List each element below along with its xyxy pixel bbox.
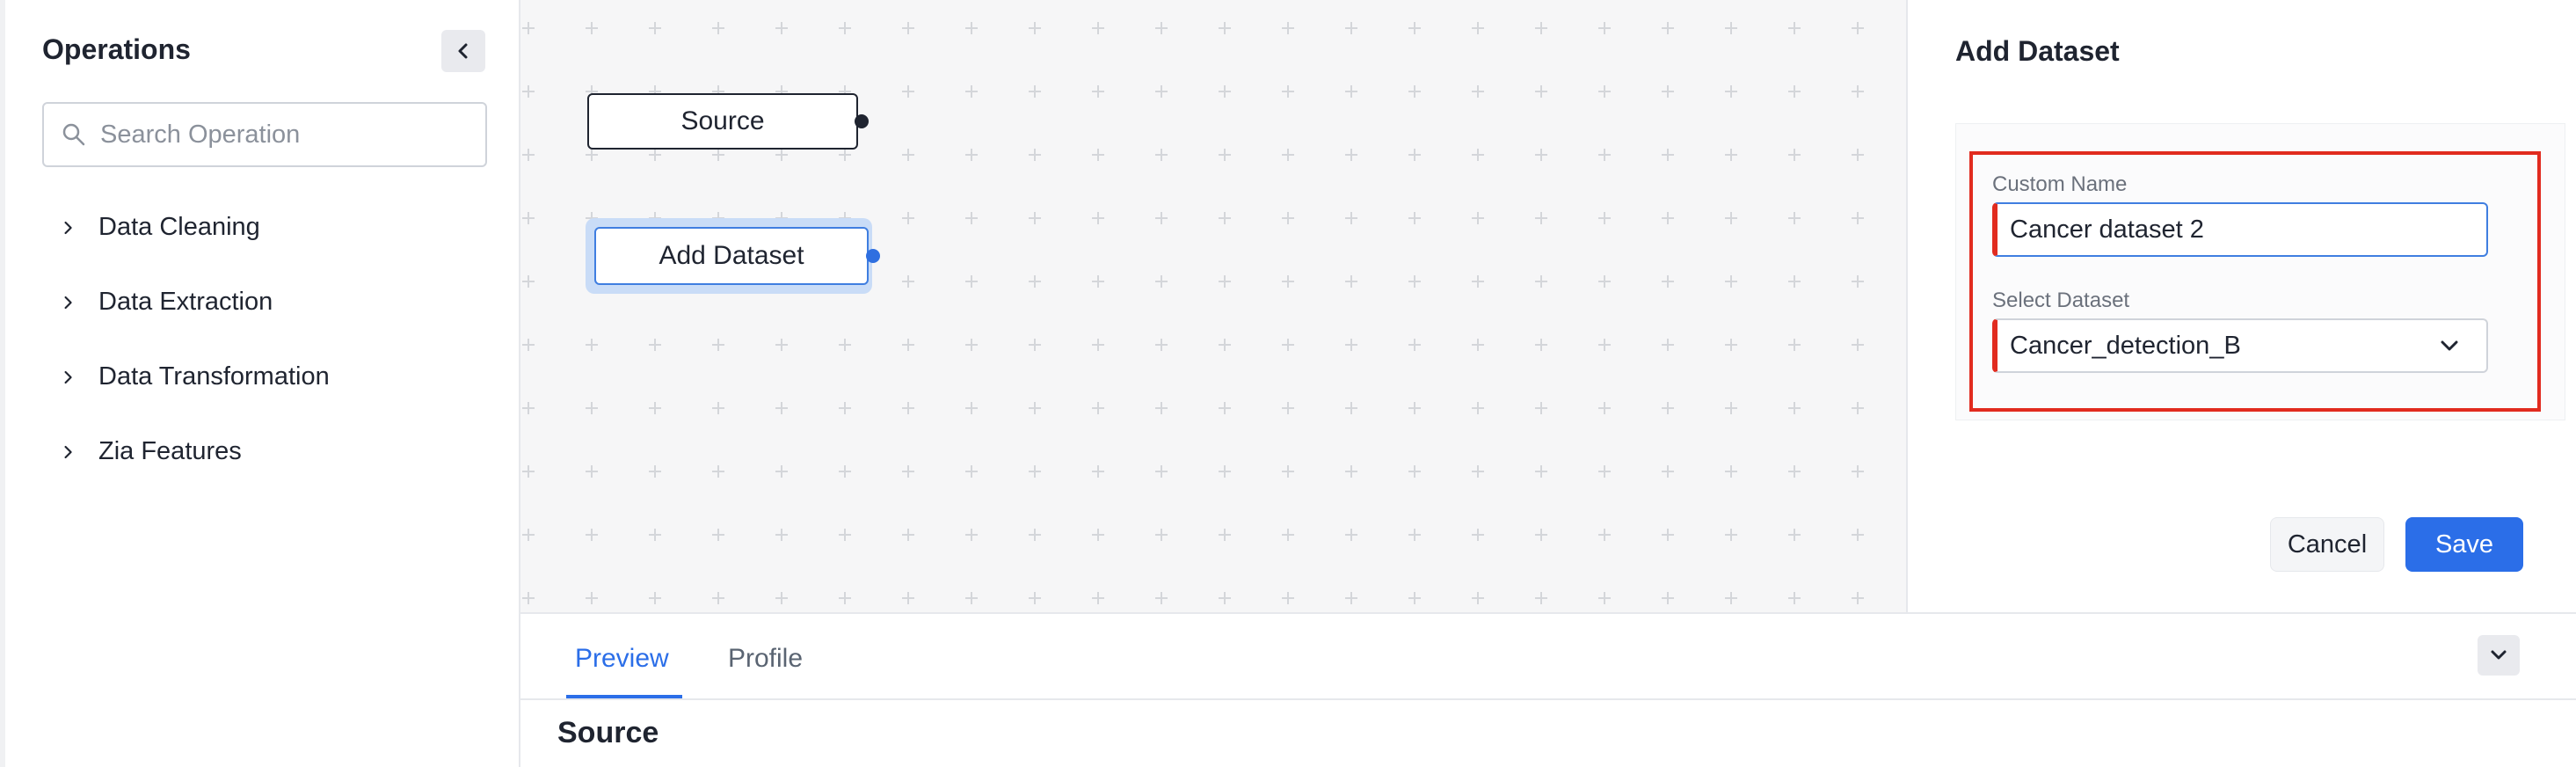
operation-category-label: Data Transformation (98, 362, 330, 391)
operation-category-data-cleaning[interactable]: Data Cleaning (42, 190, 487, 265)
search-icon (62, 123, 85, 146)
chevron-right-icon (42, 443, 74, 461)
bottom-tabs: Preview Profile (520, 614, 2576, 700)
save-button[interactable]: Save (2405, 517, 2523, 572)
custom-name-label: Custom Name (1992, 172, 2128, 196)
search-operation-box[interactable] (42, 102, 487, 167)
operation-category-zia-features[interactable]: Zia Features (42, 414, 487, 489)
cancel-button[interactable]: Cancel (2270, 517, 2384, 572)
panel-title: Add Dataset (1955, 35, 2120, 67)
sidebar-title: Operations (42, 33, 191, 65)
tab-preview[interactable]: Preview (575, 644, 669, 674)
custom-name-field[interactable] (1992, 202, 2488, 257)
operation-category-label: Zia Features (98, 437, 242, 465)
add-dataset-node[interactable]: Add Dataset (594, 227, 869, 285)
operation-category-label: Data Extraction (98, 288, 273, 316)
operation-category-data-transformation[interactable]: Data Transformation (42, 340, 487, 414)
tab-profile[interactable]: Profile (728, 644, 803, 674)
custom-name-input[interactable] (2010, 215, 2467, 245)
operations-list: Data Cleaning Data Extraction Data Trans… (42, 190, 487, 489)
pipeline-canvas[interactable]: Source Add Dataset (520, 0, 1906, 612)
active-tab-indicator (566, 695, 682, 698)
chevron-down-icon (2441, 340, 2458, 351)
select-dataset-label: Select Dataset (1992, 289, 2130, 312)
preview-section-title: Source (557, 716, 659, 749)
select-dataset-dropdown[interactable]: Cancer_detection_B (1992, 318, 2488, 373)
operation-category-data-extraction[interactable]: Data Extraction (42, 265, 487, 340)
add-dataset-panel: Add Dataset Custom Name Select Dataset C… (1906, 0, 2576, 612)
canvas-grid (520, 0, 1906, 612)
chevron-right-icon (42, 219, 74, 237)
chevron-right-icon (42, 294, 74, 311)
bottom-preview-area: Preview Profile Source (520, 612, 2576, 767)
chevron-down-icon (2491, 650, 2507, 660)
source-node-output-port[interactable] (855, 114, 869, 128)
toggle-preview-button[interactable] (2478, 635, 2520, 676)
collapse-sidebar-button[interactable] (441, 30, 485, 72)
search-operation-input[interactable] (100, 120, 469, 150)
add-dataset-node-output-port[interactable] (866, 249, 880, 263)
source-node[interactable]: Source (587, 93, 858, 150)
chevron-right-icon (42, 369, 74, 386)
select-dataset-value: Cancer_detection_B (2010, 331, 2241, 360)
chevron-left-icon (458, 43, 468, 59)
operation-category-label: Data Cleaning (98, 213, 260, 241)
operations-sidebar: Operations Data Cleaning Data Extraction (0, 0, 520, 767)
